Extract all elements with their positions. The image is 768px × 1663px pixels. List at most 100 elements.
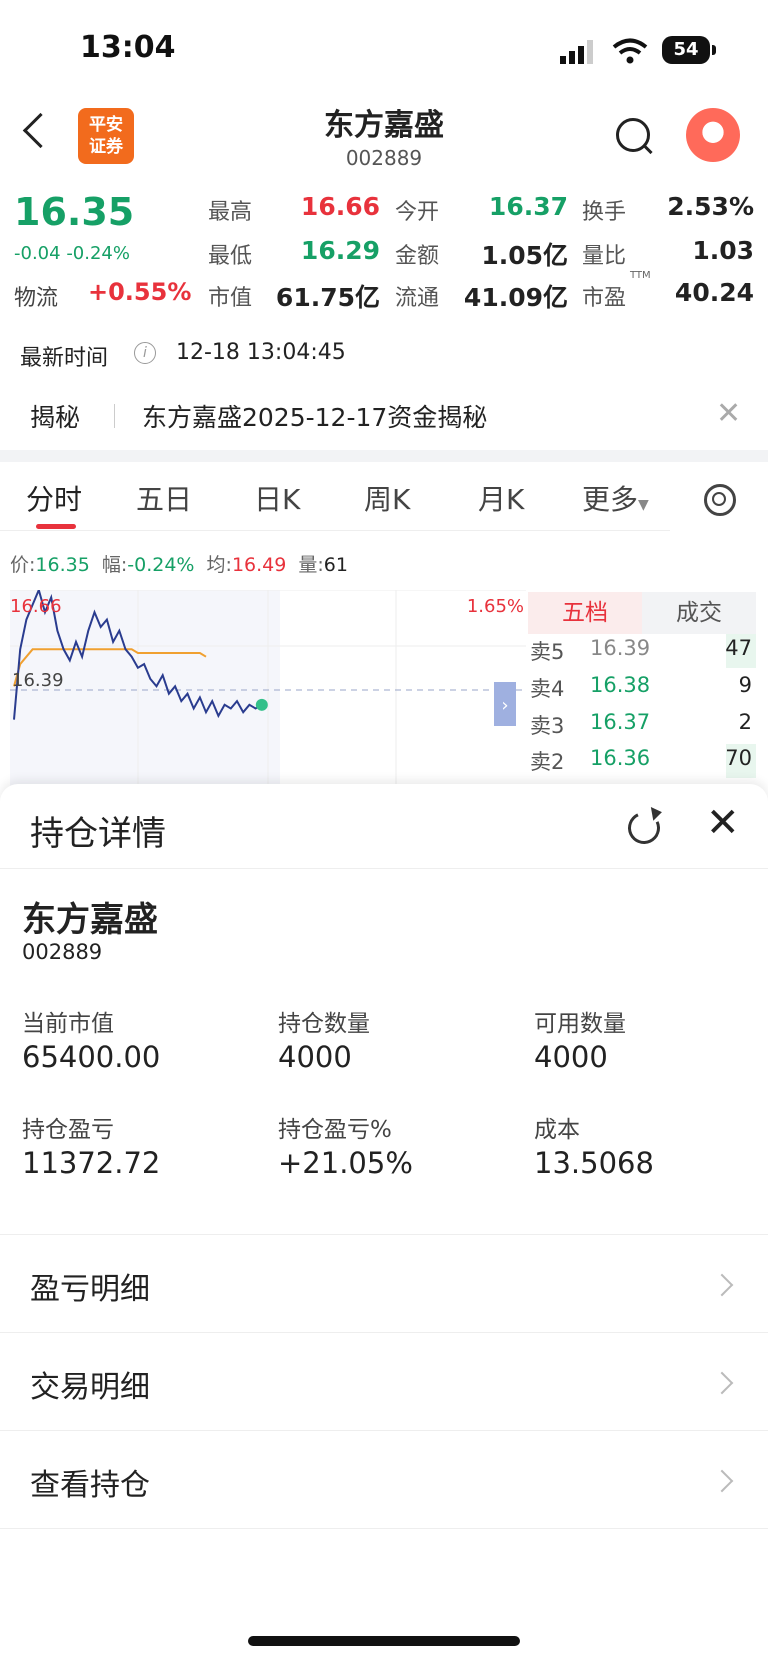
menu-divider bbox=[0, 1234, 768, 1235]
change-percent: -0.24% bbox=[66, 243, 130, 264]
avail-label: 可用数量 bbox=[534, 1011, 626, 1037]
pe-label: 市盈 bbox=[582, 286, 627, 311]
ind-price: 16.35 bbox=[35, 554, 90, 576]
jiemi-divider bbox=[114, 404, 115, 428]
holding-stock-name: 东方嘉盛 bbox=[22, 900, 158, 940]
indicator-row: 价:16.35 幅:-0.24% 均:16.49 量:61 bbox=[10, 550, 348, 577]
chevron-right-icon: › bbox=[501, 695, 508, 716]
sheet-divider bbox=[0, 868, 768, 869]
ob-price: 16.36 bbox=[590, 746, 651, 770]
sector-change[interactable]: +0.55% bbox=[88, 278, 191, 306]
ind-vol: 61 bbox=[323, 554, 348, 576]
tabs-divider bbox=[0, 530, 670, 531]
tab-indicator bbox=[36, 524, 76, 529]
tab-intraday[interactable]: 分时 bbox=[26, 478, 82, 518]
search-icon-handle bbox=[643, 144, 653, 155]
tab-five-day[interactable]: 五日 bbox=[136, 478, 192, 518]
cost-label: 成本 bbox=[534, 1117, 580, 1143]
jiemi-label: 揭秘 bbox=[30, 403, 81, 432]
wifi-icon bbox=[612, 38, 648, 64]
intraday-chart[interactable]: 16.66 1.65% 16.39 › bbox=[10, 590, 526, 790]
battery-tip bbox=[712, 45, 716, 55]
turnover-label: 换手 bbox=[582, 200, 627, 225]
pnl-label: 持仓盈亏 bbox=[22, 1117, 114, 1143]
logo-line2: 证券 bbox=[89, 137, 123, 157]
menu-divider bbox=[0, 1430, 768, 1431]
tab-monthly-k[interactable]: 月K bbox=[478, 478, 524, 518]
orderbook-row: 卖4 16.38 9 bbox=[530, 673, 756, 709]
tab-daily-k[interactable]: 日K bbox=[254, 478, 300, 518]
stock-title: 东方嘉盛 bbox=[324, 108, 444, 143]
tab-five-levels[interactable]: 五档 bbox=[528, 592, 642, 634]
market-value: 65400.00 bbox=[22, 1040, 161, 1074]
tab-trades[interactable]: 成交 bbox=[642, 592, 756, 634]
info-icon[interactable]: i bbox=[134, 342, 156, 364]
back-icon[interactable] bbox=[22, 112, 59, 149]
close-sheet-icon[interactable]: ✕ bbox=[706, 800, 740, 846]
ob-label: 卖3 bbox=[530, 714, 565, 738]
last-price-dot bbox=[255, 698, 268, 711]
menu-divider bbox=[0, 1528, 768, 1529]
ind-avg-label: 均: bbox=[206, 554, 232, 576]
section-separator bbox=[0, 450, 768, 462]
menu-divider bbox=[0, 1332, 768, 1333]
battery-icon: 54 bbox=[662, 36, 710, 64]
ind-price-label: 价: bbox=[10, 554, 36, 576]
avail-value: 4000 bbox=[534, 1040, 608, 1074]
ob-price: 16.38 bbox=[590, 673, 651, 697]
ind-avg: 16.49 bbox=[231, 554, 287, 576]
high-label: 最高 bbox=[208, 200, 253, 225]
pnl-value: 11372.72 bbox=[22, 1146, 161, 1180]
signal-icon bbox=[560, 40, 593, 64]
tab-more[interactable]: 更多▼ bbox=[582, 478, 649, 518]
logo-line1: 平安 bbox=[89, 115, 123, 135]
pe-ttm-label: TTM bbox=[630, 270, 651, 281]
ob-label: 卖4 bbox=[530, 677, 565, 701]
volratio-value: 1.03 bbox=[692, 236, 754, 265]
sheet-title: 持仓详情 bbox=[30, 814, 166, 854]
open-label: 今开 bbox=[395, 200, 440, 225]
chart-top-price: 16.66 bbox=[10, 596, 62, 617]
close-icon[interactable]: ✕ bbox=[716, 396, 741, 431]
float-label: 流通 bbox=[395, 286, 440, 311]
sector-label: 物流 bbox=[14, 286, 59, 311]
float-value: 41.09亿 bbox=[463, 283, 568, 312]
chevron-down-icon: ▼ bbox=[638, 497, 649, 513]
open-value: 16.37 bbox=[488, 192, 568, 221]
home-indicator bbox=[248, 1636, 520, 1646]
pnl-pct-value: +21.05% bbox=[278, 1146, 413, 1180]
tab-weekly-k[interactable]: 周K bbox=[364, 478, 410, 518]
price-change: -0.04 -0.24% bbox=[14, 243, 130, 264]
menu-trade-details[interactable]: 交易明细 bbox=[30, 1362, 150, 1406]
chart-top-pct: 1.65% bbox=[467, 596, 524, 617]
ob-vol: 2 bbox=[738, 710, 752, 734]
update-label: 最新时间 bbox=[20, 346, 109, 371]
high-value: 16.66 bbox=[300, 192, 380, 221]
ob-vol: 70 bbox=[725, 746, 752, 770]
cost-value: 13.5068 bbox=[534, 1146, 654, 1180]
mcap-label: 市值 bbox=[208, 286, 253, 311]
low-label: 最低 bbox=[208, 244, 253, 269]
ind-range-label: 幅: bbox=[101, 554, 128, 576]
amount-label: 金额 bbox=[395, 244, 440, 269]
ob-price: 16.39 bbox=[590, 636, 651, 660]
ob-label: 卖5 bbox=[530, 640, 565, 664]
ob-vol: 47 bbox=[725, 636, 752, 660]
current-price: 16.35 bbox=[14, 190, 135, 234]
menu-view-positions[interactable]: 查看持仓 bbox=[30, 1460, 150, 1504]
low-value: 16.29 bbox=[300, 236, 380, 265]
ob-price: 16.37 bbox=[590, 710, 651, 734]
turnover-value: 2.53% bbox=[667, 192, 754, 221]
status-time: 13:04 bbox=[80, 30, 176, 65]
orderbook-row: 卖5 16.39 47 bbox=[530, 636, 756, 672]
jiemi-link[interactable]: 东方嘉盛2025-12-17资金揭秘 bbox=[142, 398, 487, 434]
qty-value: 4000 bbox=[278, 1040, 352, 1074]
orderbook-row: 卖2 16.36 70 bbox=[530, 746, 756, 782]
ob-vol: 9 bbox=[738, 673, 752, 697]
orderbook-row: 卖3 16.37 2 bbox=[530, 710, 756, 746]
update-time: 12-18 13:04:45 bbox=[176, 340, 346, 365]
ob-label: 卖2 bbox=[530, 750, 565, 774]
menu-pnl-details[interactable]: 盈亏明细 bbox=[30, 1264, 150, 1308]
ind-vol-label: 量: bbox=[298, 554, 324, 576]
assistant-avatar-icon[interactable] bbox=[686, 108, 740, 162]
